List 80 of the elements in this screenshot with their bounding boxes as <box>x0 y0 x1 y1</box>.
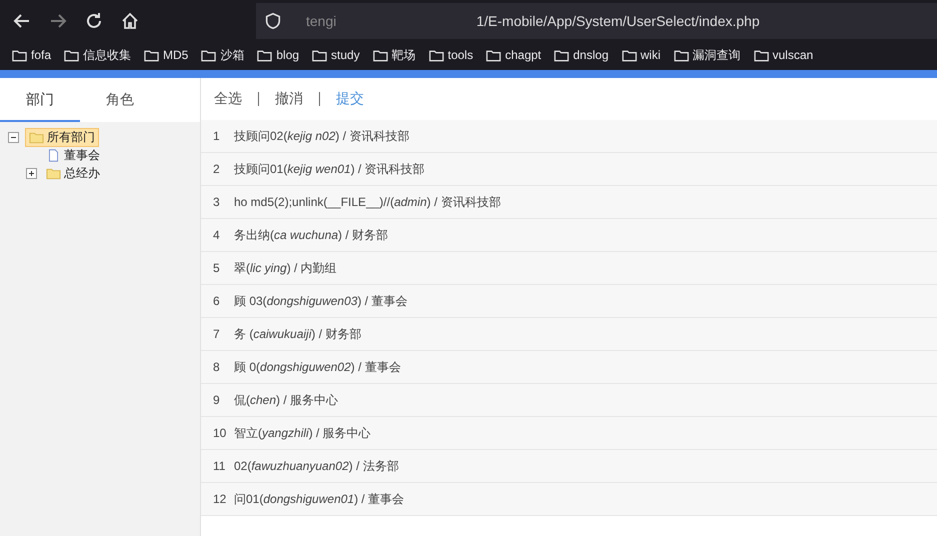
folder-icon <box>12 48 27 62</box>
bookmark[interactable]: wiki <box>622 48 660 62</box>
tree-item[interactable]: 所有部门 <box>25 128 99 146</box>
address-bar[interactable]: tengi 1/E-mobile/App/System/UserSelect/index.php <box>256 3 937 39</box>
folder-icon <box>622 48 636 62</box>
bookmark[interactable]: vulscan <box>754 48 814 62</box>
user-label: 侃(chen) / 服务中心 <box>234 392 338 408</box>
folder-icon <box>674 48 688 62</box>
row-number: 12 <box>212 492 228 506</box>
folder-icon <box>201 48 216 62</box>
folder-icon <box>46 166 61 180</box>
user-label: 问01(dongshiguwen01) / 董事会 <box>234 490 404 508</box>
folder-icon <box>372 48 388 62</box>
user-label: ho md5(2);unlink(__FILE__)//(admin) / 资讯科技部 <box>234 194 501 210</box>
folder-icon <box>64 48 80 62</box>
row-number: 3 <box>212 195 221 209</box>
bookmark[interactable]: 沙箱 <box>201 46 244 64</box>
folder-icon <box>554 48 570 62</box>
user-row[interactable]: 11 02(fawuzhuanyuan02) / 法务部 <box>201 450 937 483</box>
bookmark[interactable]: tools <box>428 48 474 62</box>
user-row[interactable]: 7 务 (caiwukuaiji) / 财务部 <box>201 318 937 351</box>
shield-icon <box>264 12 282 30</box>
tree-item[interactable]: 董事会 <box>43 146 103 164</box>
bookmark[interactable]: MD5 <box>144 48 188 62</box>
tab[interactable]: 角色 <box>80 78 160 122</box>
folder-icon <box>312 48 328 62</box>
bookmark[interactable]: blog <box>257 48 300 62</box>
bookmark[interactable]: 漏洞查询 <box>674 46 740 64</box>
row-number: 8 <box>212 360 221 374</box>
row-number: 6 <box>212 294 221 308</box>
row-number: 2 <box>212 162 221 176</box>
row-number: 4 <box>212 228 221 242</box>
row-number: 7 <box>212 327 221 341</box>
user-label: 务 (caiwukuaiji) / 财务部 <box>234 326 362 342</box>
row-number: 5 <box>212 261 221 275</box>
reload-icon[interactable] <box>84 11 104 31</box>
bookmark[interactable]: chagpt <box>486 48 542 62</box>
expand-icon[interactable] <box>26 168 37 178</box>
row-number: 9 <box>212 393 221 407</box>
user-label: 顾 03(dongshiguwen03) / 董事会 <box>234 292 408 310</box>
user-label: 技顾问01(kejig wen01) / 资讯科技部 <box>234 160 425 178</box>
user-label: 翠(lic ying) / 内勤组 <box>234 260 337 276</box>
bookmark[interactable]: 信息收集 <box>64 46 132 64</box>
folder-icon <box>486 48 502 62</box>
action-link[interactable]: 撤消 <box>275 90 303 108</box>
user-row[interactable]: 4 务出纳(ca wuchuna) / 财务部 <box>201 219 937 252</box>
bookmark[interactable]: study <box>312 48 360 62</box>
bookmark[interactable]: dnslog <box>554 48 608 62</box>
tree-item[interactable]: 总经办 <box>43 164 103 182</box>
user-label: 02(fawuzhuanyuan02) / 法务部 <box>234 458 399 474</box>
row-number: 11 <box>212 459 226 473</box>
collapse-icon[interactable] <box>8 132 19 142</box>
folder-icon <box>754 48 768 62</box>
user-row[interactable]: 9 侃(chen) / 服务中心 <box>201 384 937 417</box>
url-path: 1/E-mobile/App/System/UserSelect/index.php <box>476 13 760 29</box>
document-icon <box>46 148 61 162</box>
folder-icon <box>257 48 272 62</box>
user-label: 务出纳(ca wuchuna) / 财务部 <box>234 226 388 244</box>
tab[interactable]: 部门 <box>0 78 80 122</box>
folder-icon <box>428 48 444 62</box>
user-row[interactable]: 1 技顾问02(kejig n02) / 资讯科技部 <box>201 120 937 153</box>
folder-icon <box>144 48 160 62</box>
user-row[interactable]: 5 翠(lic ying) / 内勤组 <box>201 252 937 285</box>
row-number: 10 <box>212 426 228 440</box>
user-row[interactable]: 10 智立(yangzhili) / 服务中心 <box>201 417 937 450</box>
folder-icon <box>29 130 44 144</box>
user-label: 技顾问02(kejig n02) / 资讯科技部 <box>234 128 410 144</box>
row-number: 1 <box>212 129 221 143</box>
bookmark[interactable]: fofa <box>12 48 52 62</box>
user-label: 顾 0(dongshiguwen02) / 董事会 <box>234 358 401 376</box>
user-row[interactable]: 2 技顾问01(kejig wen01) / 资讯科技部 <box>201 153 937 186</box>
user-row[interactable]: 8 顾 0(dongshiguwen02) / 董事会 <box>201 351 937 384</box>
bookmark[interactable]: 靶场 <box>372 46 416 64</box>
user-row[interactable]: 6 顾 03(dongshiguwen03) / 董事会 <box>201 285 937 318</box>
user-row[interactable]: 12 问01(dongshiguwen01) / 董事会 <box>201 483 937 516</box>
action-link[interactable]: 全选 <box>214 90 242 108</box>
home-icon[interactable] <box>120 11 140 31</box>
url-host: tengi <box>306 13 336 29</box>
user-label: 智立(yangzhili) / 服务中心 <box>234 424 371 442</box>
user-row[interactable]: 3 ho md5(2);unlink(__FILE__)//(admin) / 资讯科技部 <box>201 186 937 219</box>
